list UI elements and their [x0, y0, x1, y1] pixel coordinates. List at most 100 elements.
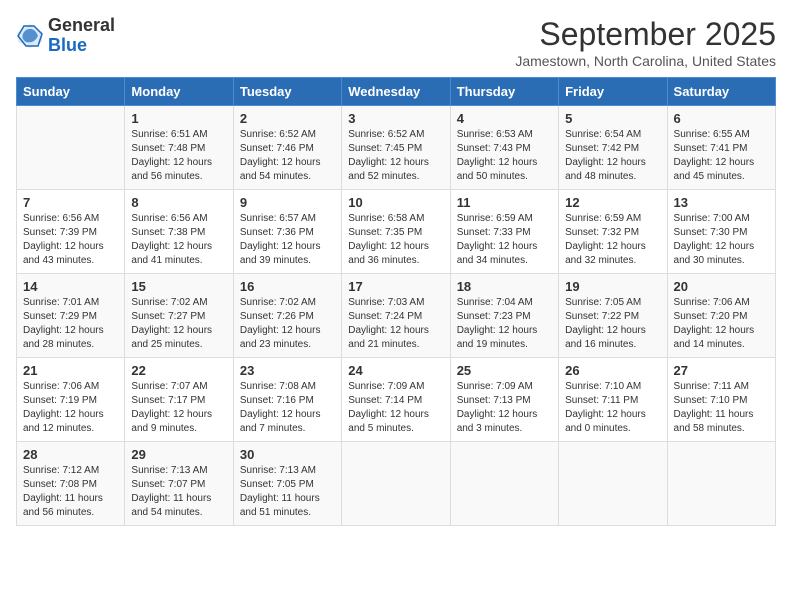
- calendar-cell: 2 Sunrise: 6:52 AMSunset: 7:46 PMDaylight…: [233, 106, 341, 190]
- day-number: 27: [674, 363, 769, 378]
- day-number: 29: [131, 447, 226, 462]
- calendar-cell: 25Sunrise: 7:09 AMSunset: 7:13 PMDayligh…: [450, 358, 558, 442]
- location-text: Jamestown, North Carolina, United States: [515, 53, 776, 69]
- calendar-cell: 19Sunrise: 7:05 AMSunset: 7:22 PMDayligh…: [559, 274, 667, 358]
- day-info: Sunrise: 6:52 AMSunset: 7:46 PMDaylight:…: [240, 128, 335, 184]
- day-info: Sunrise: 6:56 AMSunset: 7:38 PMDaylight:…: [131, 212, 226, 268]
- day-number: 21: [23, 363, 118, 378]
- day-info: Sunrise: 7:13 AMSunset: 7:05 PMDaylight:…: [240, 464, 335, 520]
- calendar-week-row: 7 Sunrise: 6:56 AMSunset: 7:39 PMDaylight…: [17, 190, 776, 274]
- day-number: 25: [457, 363, 552, 378]
- day-info: Sunrise: 7:05 AMSunset: 7:22 PMDaylight:…: [565, 296, 660, 352]
- calendar-cell: 15Sunrise: 7:02 AMSunset: 7:27 PMDayligh…: [125, 274, 233, 358]
- calendar-cell: 11 Sunrise: 6:59 AMSunset: 7:33 PMDayligh…: [450, 190, 558, 274]
- day-info: Sunrise: 7:01 AMSunset: 7:29 PMDaylight:…: [23, 296, 118, 352]
- calendar-cell: [17, 106, 125, 190]
- calendar-cell: 12Sunrise: 6:59 AMSunset: 7:32 PMDayligh…: [559, 190, 667, 274]
- calendar-week-row: 21 Sunrise: 7:06 AMSunset: 7:19 PMDayligh…: [17, 358, 776, 442]
- page-header: General Blue September 2025 Jamestown, N…: [16, 16, 776, 69]
- day-number: 8: [131, 195, 226, 210]
- day-info: Sunrise: 6:53 AMSunset: 7:43 PMDaylight:…: [457, 128, 552, 184]
- day-number: 16: [240, 279, 335, 294]
- weekday-header-saturday: Saturday: [667, 78, 775, 106]
- weekday-header-wednesday: Wednesday: [342, 78, 450, 106]
- calendar-cell: [559, 442, 667, 526]
- weekday-header-thursday: Thursday: [450, 78, 558, 106]
- day-info: Sunrise: 7:00 AMSunset: 7:30 PMDaylight:…: [674, 212, 769, 268]
- day-number: 23: [240, 363, 335, 378]
- day-info: Sunrise: 7:09 AMSunset: 7:14 PMDaylight:…: [348, 380, 443, 436]
- calendar-cell: 22 Sunrise: 7:07 AMSunset: 7:17 PMDayligh…: [125, 358, 233, 442]
- calendar-cell: 13Sunrise: 7:00 AMSunset: 7:30 PMDayligh…: [667, 190, 775, 274]
- day-info: Sunrise: 6:58 AMSunset: 7:35 PMDaylight:…: [348, 212, 443, 268]
- calendar-week-row: 1 Sunrise: 6:51 AMSunset: 7:48 PMDaylight…: [17, 106, 776, 190]
- day-number: 18: [457, 279, 552, 294]
- calendar-cell: [667, 442, 775, 526]
- calendar-cell: 18Sunrise: 7:04 AMSunset: 7:23 PMDayligh…: [450, 274, 558, 358]
- day-number: 30: [240, 447, 335, 462]
- day-info: Sunrise: 6:55 AMSunset: 7:41 PMDaylight:…: [674, 128, 769, 184]
- weekday-header-sunday: Sunday: [17, 78, 125, 106]
- day-number: 10: [348, 195, 443, 210]
- weekday-header-friday: Friday: [559, 78, 667, 106]
- calendar-cell: 1 Sunrise: 6:51 AMSunset: 7:48 PMDaylight…: [125, 106, 233, 190]
- calendar-cell: 20Sunrise: 7:06 AMSunset: 7:20 PMDayligh…: [667, 274, 775, 358]
- calendar-cell: 10 Sunrise: 6:58 AMSunset: 7:35 PMDayligh…: [342, 190, 450, 274]
- logo: General Blue: [16, 16, 115, 56]
- calendar-cell: 21 Sunrise: 7:06 AMSunset: 7:19 PMDayligh…: [17, 358, 125, 442]
- calendar-week-row: 14 Sunrise: 7:01 AMSunset: 7:29 PMDayligh…: [17, 274, 776, 358]
- day-number: 17: [348, 279, 443, 294]
- calendar-cell: 6 Sunrise: 6:55 AMSunset: 7:41 PMDaylight…: [667, 106, 775, 190]
- day-info: Sunrise: 7:03 AMSunset: 7:24 PMDaylight:…: [348, 296, 443, 352]
- day-number: 22: [131, 363, 226, 378]
- calendar-cell: 5 Sunrise: 6:54 AMSunset: 7:42 PMDaylight…: [559, 106, 667, 190]
- day-number: 12: [565, 195, 660, 210]
- day-info: Sunrise: 6:51 AMSunset: 7:48 PMDaylight:…: [131, 128, 226, 184]
- calendar-cell: 28 Sunrise: 7:12 AMSunset: 7:08 PMDayligh…: [17, 442, 125, 526]
- calendar-cell: 27 Sunrise: 7:11 AMSunset: 7:10 PMDayligh…: [667, 358, 775, 442]
- day-number: 11: [457, 195, 552, 210]
- day-info: Sunrise: 7:07 AMSunset: 7:17 PMDaylight:…: [131, 380, 226, 436]
- day-number: 5: [565, 111, 660, 126]
- calendar-week-row: 28 Sunrise: 7:12 AMSunset: 7:08 PMDayligh…: [17, 442, 776, 526]
- day-number: 3: [348, 111, 443, 126]
- day-info: Sunrise: 7:02 AMSunset: 7:26 PMDaylight:…: [240, 296, 335, 352]
- day-info: Sunrise: 7:06 AMSunset: 7:19 PMDaylight:…: [23, 380, 118, 436]
- logo-icon: [16, 22, 44, 50]
- day-number: 1: [131, 111, 226, 126]
- title-block: September 2025 Jamestown, North Carolina…: [515, 16, 776, 69]
- calendar-cell: [450, 442, 558, 526]
- day-number: 4: [457, 111, 552, 126]
- logo-blue-text: Blue: [48, 35, 87, 55]
- calendar-cell: 26Sunrise: 7:10 AMSunset: 7:11 PMDayligh…: [559, 358, 667, 442]
- calendar-cell: 16 Sunrise: 7:02 AMSunset: 7:26 PMDayligh…: [233, 274, 341, 358]
- day-info: Sunrise: 6:56 AMSunset: 7:39 PMDaylight:…: [23, 212, 118, 268]
- day-info: Sunrise: 7:11 AMSunset: 7:10 PMDaylight:…: [674, 380, 769, 436]
- calendar-cell: 8 Sunrise: 6:56 AMSunset: 7:38 PMDaylight…: [125, 190, 233, 274]
- day-number: 15: [131, 279, 226, 294]
- calendar-cell: [342, 442, 450, 526]
- calendar-table: SundayMondayTuesdayWednesdayThursdayFrid…: [16, 77, 776, 526]
- weekday-header-row: SundayMondayTuesdayWednesdayThursdayFrid…: [17, 78, 776, 106]
- day-info: Sunrise: 7:06 AMSunset: 7:20 PMDaylight:…: [674, 296, 769, 352]
- day-number: 2: [240, 111, 335, 126]
- weekday-header-tuesday: Tuesday: [233, 78, 341, 106]
- logo-general-text: General: [48, 15, 115, 35]
- day-info: Sunrise: 6:52 AMSunset: 7:45 PMDaylight:…: [348, 128, 443, 184]
- day-number: 7: [23, 195, 118, 210]
- day-info: Sunrise: 6:54 AMSunset: 7:42 PMDaylight:…: [565, 128, 660, 184]
- day-number: 28: [23, 447, 118, 462]
- calendar-cell: 24 Sunrise: 7:09 AMSunset: 7:14 PMDayligh…: [342, 358, 450, 442]
- day-number: 6: [674, 111, 769, 126]
- day-number: 9: [240, 195, 335, 210]
- day-number: 26: [565, 363, 660, 378]
- day-info: Sunrise: 6:59 AMSunset: 7:33 PMDaylight:…: [457, 212, 552, 268]
- calendar-cell: 9Sunrise: 6:57 AMSunset: 7:36 PMDaylight…: [233, 190, 341, 274]
- day-info: Sunrise: 7:12 AMSunset: 7:08 PMDaylight:…: [23, 464, 118, 520]
- calendar-cell: 4 Sunrise: 6:53 AMSunset: 7:43 PMDaylight…: [450, 106, 558, 190]
- day-number: 14: [23, 279, 118, 294]
- calendar-cell: 7 Sunrise: 6:56 AMSunset: 7:39 PMDaylight…: [17, 190, 125, 274]
- weekday-header-monday: Monday: [125, 78, 233, 106]
- calendar-cell: 3 Sunrise: 6:52 AMSunset: 7:45 PMDaylight…: [342, 106, 450, 190]
- day-number: 24: [348, 363, 443, 378]
